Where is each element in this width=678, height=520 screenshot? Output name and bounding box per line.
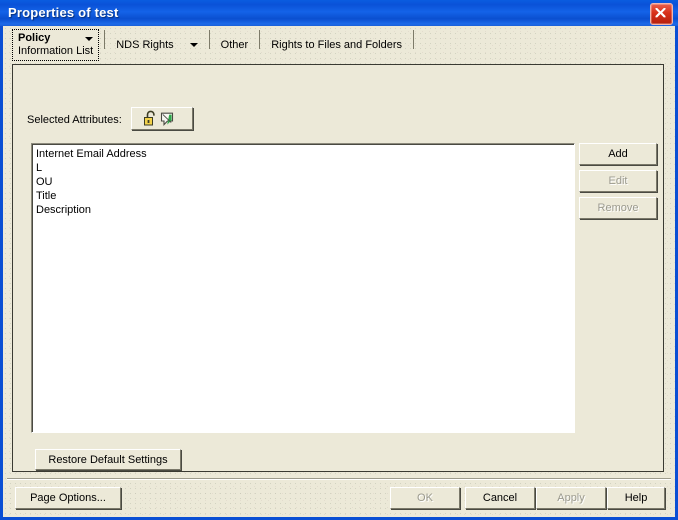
- remove-button: Remove: [579, 197, 657, 219]
- ok-button: OK: [390, 487, 460, 509]
- list-item[interactable]: Internet Email Address: [32, 147, 574, 161]
- close-button[interactable]: [650, 3, 673, 25]
- tab-policy-sublabel: Information List: [18, 45, 94, 57]
- tab-separator: [259, 30, 261, 49]
- help-button[interactable]: Help: [607, 487, 665, 509]
- tab-strip: Policy Information List NDS Rights Other: [12, 29, 419, 63]
- page-options-button[interactable]: Page Options...: [15, 487, 121, 509]
- close-icon: [655, 8, 666, 18]
- add-button[interactable]: Add: [579, 143, 657, 165]
- tab-policy[interactable]: Policy Information List: [12, 29, 100, 61]
- tab-separator: [208, 30, 210, 49]
- tab-nds-rights-label: NDS Rights: [116, 38, 174, 51]
- chevron-down-icon[interactable]: [189, 43, 198, 47]
- tab-policy-main: Policy: [18, 32, 94, 45]
- tab-nds-rights-main: NDS Rights: [116, 38, 198, 52]
- tab-separator: [413, 30, 415, 49]
- dialog-client-area: Policy Information List NDS Rights Other: [3, 26, 675, 517]
- list-item[interactable]: Description: [32, 203, 574, 217]
- tab-rights-to-files-and-folders-main: Rights to Files and Folders: [271, 39, 402, 52]
- tab-separator: [104, 30, 106, 49]
- tab-policy-label: Policy: [18, 32, 51, 44]
- title-bar[interactable]: Properties of test: [0, 0, 678, 26]
- apply-button: Apply: [536, 487, 606, 509]
- selected-attributes-listbox[interactable]: Internet Email Address L OU Title Descri…: [31, 143, 575, 433]
- tab-other-label: Other: [220, 38, 249, 51]
- tab-other-main: Other: [221, 39, 249, 52]
- footer-divider: [7, 478, 671, 480]
- tab-rights-to-files-and-folders-label: Rights to Files and Folders: [271, 38, 403, 51]
- page-panel: Selected Attributes: Internet Email Addr…: [12, 64, 664, 472]
- cancel-button[interactable]: Cancel: [465, 487, 535, 509]
- list-item[interactable]: OU: [32, 175, 574, 189]
- unlocked-padlock-and-trustee-icon: [144, 110, 174, 126]
- selected-attributes-label: Selected Attributes:: [27, 114, 122, 126]
- properties-dialog-window: Properties of test Policy Information Li…: [0, 0, 678, 520]
- restore-default-settings-button[interactable]: Restore Default Settings: [35, 449, 181, 470]
- tab-nds-rights[interactable]: NDS Rights: [110, 29, 203, 61]
- tab-rights-to-files-and-folders[interactable]: Rights to Files and Folders: [265, 29, 408, 61]
- attributes-icon-button[interactable]: [131, 107, 193, 130]
- chevron-down-icon[interactable]: [85, 36, 94, 41]
- list-item[interactable]: Title: [32, 189, 574, 203]
- window-title: Properties of test: [8, 5, 119, 20]
- edit-button: Edit: [579, 170, 657, 192]
- list-item[interactable]: L: [32, 161, 574, 175]
- tab-other[interactable]: Other: [215, 29, 255, 61]
